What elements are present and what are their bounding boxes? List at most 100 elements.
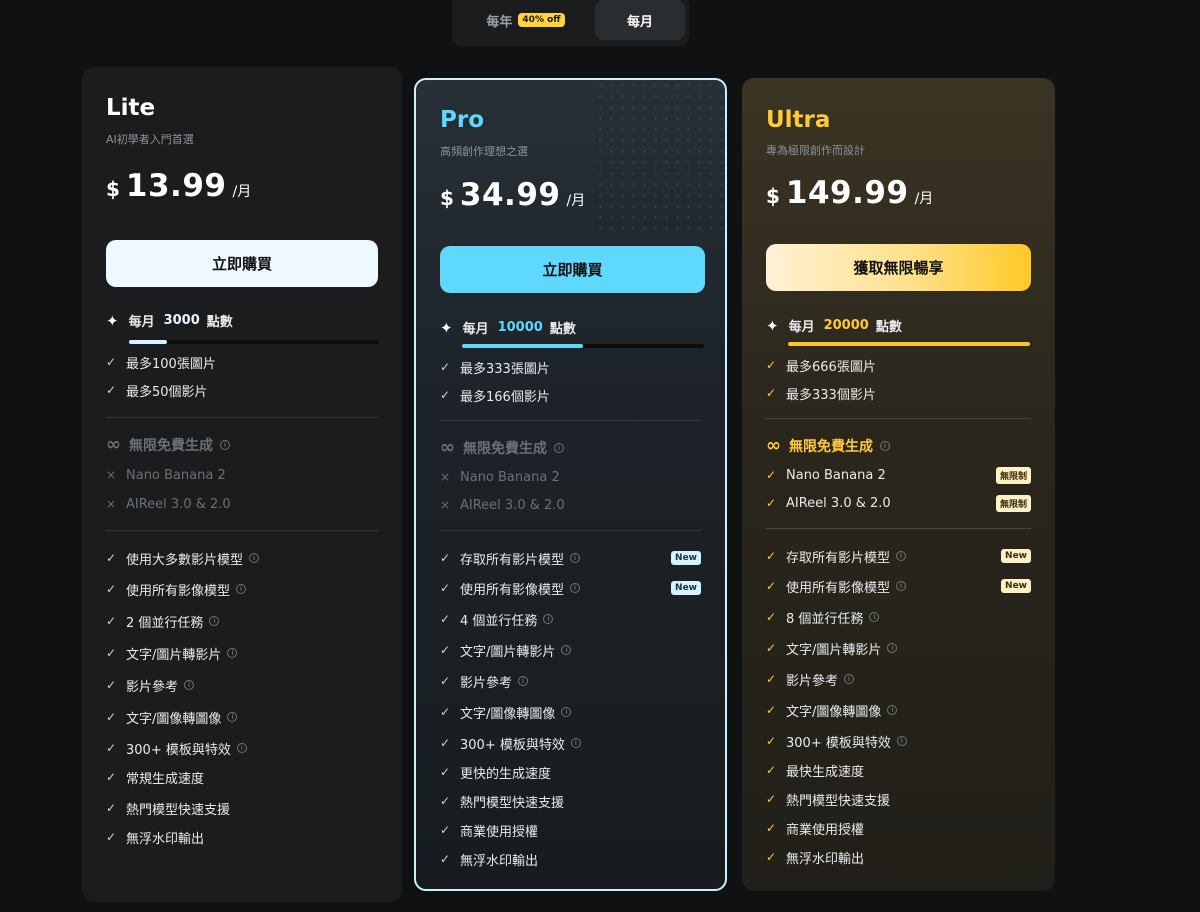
quota-text: 最多333個影片 — [786, 387, 876, 403]
feature-item: ✓ 熱門模型快速支援 — [766, 789, 1031, 809]
feature-text: 影片參考 — [126, 679, 179, 695]
credits-amount: 10000 — [497, 320, 543, 335]
credits-progress-bar — [462, 344, 704, 348]
buy-button[interactable]: 立即購買 — [106, 240, 378, 287]
check-icon: ✓ — [106, 614, 117, 628]
info-icon[interactable]: i — [561, 707, 572, 717]
credits-unit: 點數 — [549, 322, 576, 337]
info-icon[interactable]: i — [844, 674, 855, 684]
info-icon[interactable]: i — [896, 551, 907, 561]
yearly-label: 每年 — [486, 14, 513, 30]
currency-symbol: $ — [766, 184, 780, 208]
cross-icon: × — [106, 468, 117, 482]
check-icon: ✓ — [440, 551, 451, 565]
quota-item: ✓ 最多333張圖片 — [440, 357, 701, 377]
info-icon[interactable]: i — [869, 612, 880, 622]
info-icon[interactable]: i — [227, 712, 238, 722]
monthly-option[interactable]: 每月 — [595, 0, 685, 40]
sparkle-icon: ✦ — [766, 316, 779, 335]
feature-text: 300+ 模板與特效 — [126, 742, 231, 758]
feature-item: ✓ 2 個並行任務 i — [106, 611, 378, 631]
feature-text: 4 個並行任務 — [460, 613, 538, 629]
check-icon: ✓ — [766, 763, 777, 777]
price-amount: 149.99 — [785, 175, 909, 211]
unlimited-item-text: AIReel 3.0 & 2.0 — [786, 495, 891, 511]
quota-item: ✓ 最多166個影片 — [440, 385, 701, 405]
buy-button[interactable]: 獲取無限暢享 — [766, 244, 1031, 291]
info-icon[interactable]: i — [570, 553, 581, 563]
credits-progress-fill — [462, 344, 583, 348]
info-icon[interactable]: i — [561, 645, 572, 655]
yearly-option[interactable]: 每年 40% off — [456, 0, 595, 40]
unlimited-item-text: Nano Banana 2 — [460, 469, 560, 485]
unlimited-item-text: Nano Banana 2 — [786, 467, 886, 483]
info-icon[interactable]: i — [896, 581, 907, 591]
feature-text: 影片參考 — [460, 675, 513, 691]
check-icon: ✓ — [106, 830, 117, 844]
feature-item: ✓ 常規生成速度 — [106, 767, 378, 787]
divider — [440, 530, 701, 531]
feature-text: 文字/圖像轉圖像 — [460, 706, 556, 722]
feature-text: 存取所有影片模型 — [786, 550, 891, 566]
feature-item: ✓ 使用所有影像模型 i New — [766, 576, 1031, 596]
feature-text: 熱門模型快速支援 — [786, 793, 891, 809]
price-period: /月 — [566, 193, 586, 209]
info-icon[interactable]: i — [249, 553, 260, 563]
unlimited-title: 無限免費生成 — [789, 438, 873, 455]
info-icon[interactable]: i — [896, 736, 907, 746]
feature-item: ✓ 文字/圖像轉圖像 i — [106, 707, 378, 727]
feature-item: ✓ 文字/圖片轉影片 i — [106, 643, 378, 663]
feature-text: 使用所有影像模型 — [460, 582, 565, 598]
feature-text: 使用所有影像模型 — [786, 580, 891, 596]
check-icon: ✓ — [440, 794, 451, 808]
feature-item: ✓ 熱門模型快速支援 — [106, 798, 378, 818]
unlimited-item: × AIReel 3.0 & 2.0 — [106, 494, 378, 514]
quota-text: 最多100張圖片 — [126, 356, 216, 372]
infinity-icon: ∞ — [440, 437, 455, 458]
plan-card-pro: Pro 高頻創作理想之選 $ 34.99 /月 立即購買 ✦ 每月 10000 … — [414, 78, 727, 891]
credits-amount: 3000 — [163, 313, 200, 328]
feature-item: ✓ 無浮水印輸出 — [106, 827, 378, 847]
check-icon: ✓ — [106, 355, 117, 369]
credits-prefix: 每月 — [788, 320, 815, 335]
new-badge: New — [671, 551, 701, 565]
plan-name: Ultra — [766, 107, 831, 133]
check-icon: ✓ — [440, 581, 451, 595]
info-icon[interactable]: i — [887, 643, 898, 653]
info-icon[interactable]: i — [184, 680, 195, 690]
feature-item: ✓ 300+ 模板與特效 i — [106, 738, 378, 758]
credits-prefix: 每月 — [462, 322, 489, 337]
feature-item: ✓ 文字/圖像轉圖像 i — [440, 702, 701, 722]
info-icon[interactable]: i — [543, 614, 554, 624]
info-icon[interactable]: i — [880, 440, 890, 451]
buy-button[interactable]: 立即購買 — [440, 246, 705, 293]
check-icon: ✓ — [440, 736, 451, 750]
check-icon: ✓ — [106, 551, 117, 565]
credits-amount: 20000 — [823, 318, 869, 333]
check-icon: ✓ — [106, 801, 117, 815]
feature-text: 更快的生成速度 — [460, 766, 552, 782]
info-icon[interactable]: i — [236, 584, 247, 594]
info-icon[interactable]: i — [570, 583, 581, 593]
feature-item: ✓ 熱門模型快速支援 — [440, 791, 701, 811]
feature-text: 商業使用授權 — [786, 822, 865, 838]
plan-subtitle: 高頻創作理想之選 — [440, 145, 528, 158]
unlimited-item-text: Nano Banana 2 — [126, 467, 226, 483]
info-icon[interactable]: i — [554, 442, 564, 453]
quota-item: ✓ 最多666張圖片 — [766, 355, 1031, 375]
info-icon[interactable]: i — [227, 648, 238, 658]
info-icon[interactable]: i — [518, 676, 529, 686]
unlimited-item: × AIReel 3.0 & 2.0 — [440, 495, 701, 515]
feature-text: 無浮水印輸出 — [126, 831, 205, 847]
feature-text: 300+ 模板與特效 — [460, 737, 565, 753]
check-icon: ✓ — [766, 579, 777, 593]
info-icon[interactable]: i — [220, 439, 230, 450]
discount-badge: 40% off — [518, 13, 565, 27]
info-icon[interactable]: i — [570, 738, 581, 748]
info-icon[interactable]: i — [209, 616, 220, 626]
info-icon[interactable]: i — [236, 743, 247, 753]
check-icon: ✓ — [440, 765, 451, 779]
feature-text: 常規生成速度 — [126, 771, 205, 787]
quota-text: 最多333張圖片 — [460, 361, 550, 377]
info-icon[interactable]: i — [887, 705, 898, 715]
